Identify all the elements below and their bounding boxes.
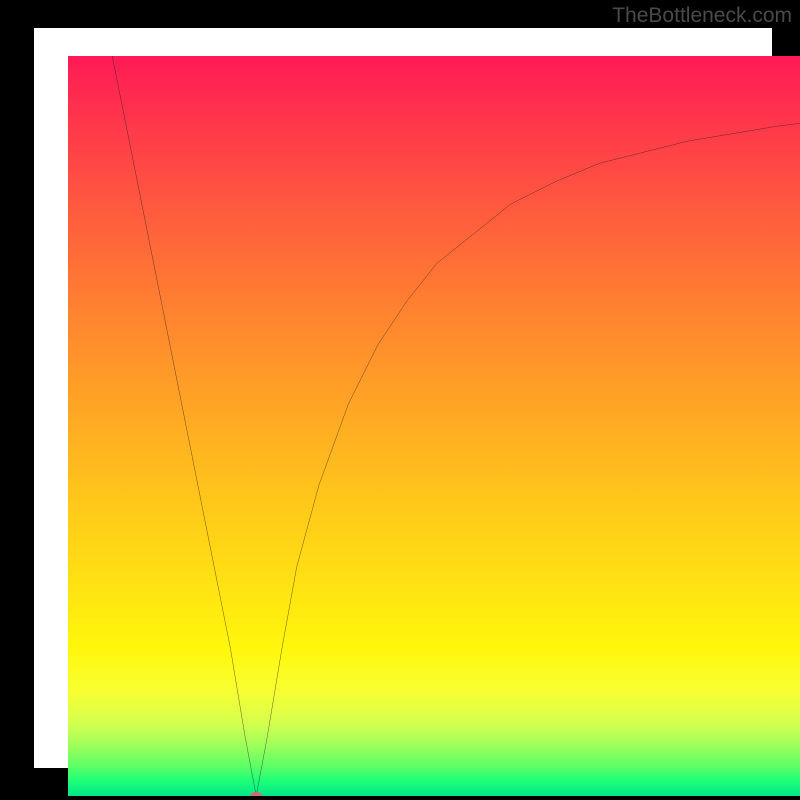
- bottleneck-curve: [112, 56, 800, 796]
- minimum-marker: [250, 792, 262, 796]
- chart-border: [0, 0, 800, 800]
- curve-svg: [68, 56, 800, 796]
- plot-area: [68, 56, 800, 796]
- watermark-text: TheBottleneck.com: [612, 4, 792, 28]
- chart-frame: TheBottleneck.com: [0, 0, 800, 800]
